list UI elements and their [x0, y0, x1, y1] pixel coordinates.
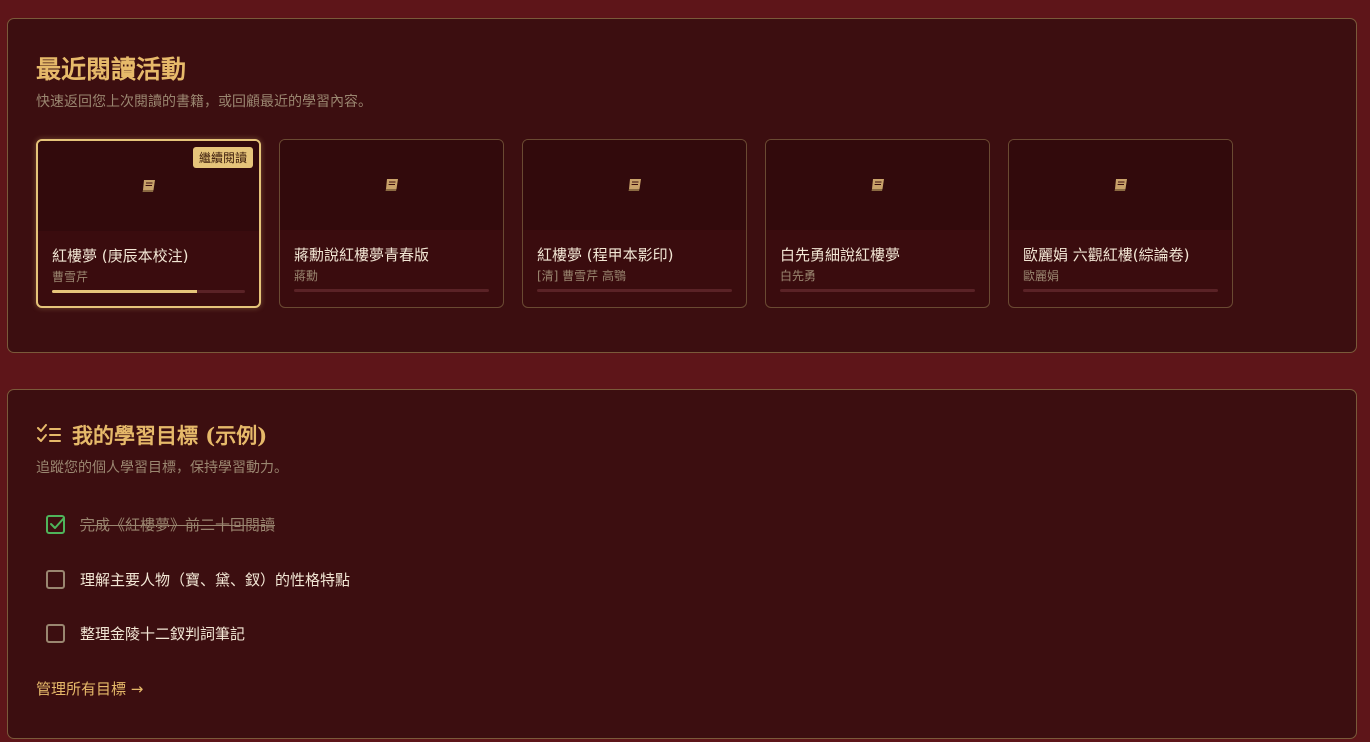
book-card[interactable]: 紅樓夢 (程甲本影印) [清] 曹雪芹 高鶚: [522, 139, 747, 308]
book-cover: [523, 140, 746, 230]
book-icon: [628, 179, 641, 191]
goal-checkbox[interactable]: [46, 570, 65, 589]
continue-reading-badge: 繼續閱讀: [192, 147, 253, 168]
learning-goals-panel: 我的學習目標 (示例) 追蹤您的個人學習目標，保持學習動力。 完成《紅樓夢》前二…: [7, 389, 1357, 739]
book-card[interactable]: 繼續閱讀 紅樓夢 (庚辰本校注) 曹雪芹: [36, 139, 261, 308]
goal-label: 整理金陵十二釵判詞筆記: [80, 625, 246, 643]
reading-progress-bar: [1023, 289, 1218, 292]
reading-progress-bar: [294, 289, 489, 292]
goal-item[interactable]: 完成《紅樓夢》前二十回閱讀: [46, 514, 275, 535]
learning-goals-title-text: 我的學習目標 (示例): [72, 423, 268, 448]
book-author: 曹雪芹: [52, 270, 89, 284]
book-card[interactable]: 蔣勳說紅樓夢青春版 蔣勳: [279, 139, 504, 308]
reading-progress-bar: [537, 289, 732, 292]
goal-checkbox[interactable]: [46, 624, 65, 643]
goal-item[interactable]: 整理金陵十二釵判詞筆記: [46, 623, 245, 644]
book-icon: [142, 180, 155, 192]
learning-goals-subtitle: 追蹤您的個人學習目標，保持學習動力。: [36, 460, 288, 476]
manage-goals-link[interactable]: 管理所有目標 →: [36, 678, 143, 699]
book-author: 白先勇: [780, 269, 817, 283]
book-author: [清] 曹雪芹 高鶚: [537, 269, 626, 283]
goal-label: 完成《紅樓夢》前二十回閱讀: [80, 516, 276, 534]
book-icon: [871, 179, 884, 191]
reading-progress-bar: [52, 290, 245, 293]
book-icon: [385, 179, 398, 191]
book-cover: 繼續閱讀: [38, 141, 259, 231]
book-author: 歐麗娟: [1023, 269, 1060, 283]
checkmark-icon: [50, 517, 65, 529]
goal-checkbox-checked[interactable]: [46, 515, 65, 534]
book-title: 紅樓夢 (程甲本影印): [537, 246, 674, 264]
book-title: 蔣勳說紅樓夢青春版: [294, 246, 430, 264]
book-card[interactable]: 白先勇細說紅樓夢 白先勇: [765, 139, 990, 308]
goal-item[interactable]: 理解主要人物（寶、黛、釵）的性格特點: [46, 569, 350, 590]
recent-activity-title: 最近閱讀活動: [36, 55, 187, 84]
recent-activity-subtitle: 快速返回您上次閱讀的書籍，或回顧最近的學習內容。: [36, 94, 372, 110]
book-title: 歐麗娟 六觀紅樓(綜論卷): [1023, 246, 1190, 264]
recent-activity-panel: 最近閱讀活動 快速返回您上次閱讀的書籍，或回顧最近的學習內容。 繼續閱讀 紅樓夢…: [7, 18, 1357, 353]
reading-progress-fill: [52, 290, 197, 293]
checklist-icon: [37, 424, 61, 442]
book-cover: [1009, 140, 1232, 230]
reading-progress-bar: [780, 289, 975, 292]
book-author: 蔣勳: [294, 269, 319, 283]
book-card[interactable]: 歐麗娟 六觀紅樓(綜論卷) 歐麗娟: [1008, 139, 1233, 308]
book-title: 紅樓夢 (庚辰本校注): [52, 247, 189, 265]
book-cover: [766, 140, 989, 230]
book-icon: [1114, 179, 1127, 191]
learning-goals-title: 我的學習目標 (示例): [36, 420, 267, 450]
book-title: 白先勇細說紅樓夢: [780, 246, 901, 264]
book-cover: [280, 140, 503, 230]
goal-label: 理解主要人物（寶、黛、釵）的性格特點: [80, 571, 351, 589]
